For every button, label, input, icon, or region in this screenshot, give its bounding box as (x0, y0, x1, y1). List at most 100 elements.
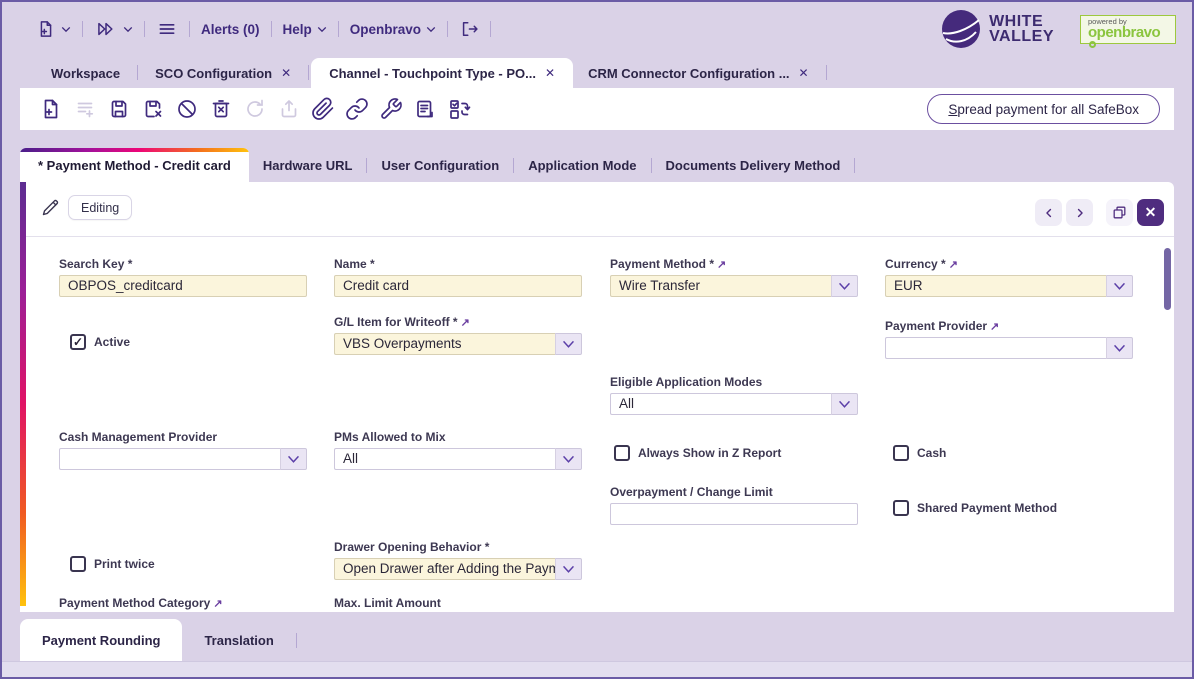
maximize-form-button[interactable] (1106, 199, 1133, 226)
always-show-z-report-checkbox[interactable] (614, 445, 630, 461)
quick-launch-button[interactable] (94, 19, 133, 39)
tab-sco-configuration[interactable]: SCO Configuration ✕ (140, 58, 306, 88)
divider (137, 65, 138, 80)
chevron-down-icon[interactable] (831, 275, 858, 297)
close-tab-icon[interactable]: ✕ (545, 66, 555, 80)
delete-record-icon (209, 97, 233, 121)
active-checkbox[interactable]: ✓ (70, 334, 86, 350)
currency-select[interactable]: EUR (885, 275, 1133, 297)
tab-translation[interactable]: Translation (182, 619, 295, 661)
link-arrow-icon[interactable]: ↗ (717, 259, 726, 271)
new-window-button[interactable] (36, 19, 71, 39)
top-bar: Alerts (0) Help Openbravo WHITEVALLEY (2, 2, 1192, 56)
company-menu[interactable]: Openbravo (350, 22, 436, 37)
chevron-down-icon[interactable] (280, 448, 307, 470)
field-overpayment-change-limit: Overpayment / Change Limit (610, 485, 858, 525)
divider (447, 21, 448, 37)
chevron-down-icon[interactable] (555, 558, 582, 580)
link-icon (345, 97, 369, 121)
tab-payment-method[interactable]: * Payment Method - Credit card (20, 148, 249, 182)
drawer-opening-behavior-select[interactable]: Open Drawer after Adding the Payme (334, 558, 582, 580)
chevron-left-icon (1042, 206, 1056, 220)
field-gl-item-writeoff: G/L Item for Writeoff *↗ VBS Overpayment… (334, 315, 582, 355)
overpayment-change-limit-input[interactable] (610, 503, 858, 525)
chevron-down-icon[interactable] (555, 448, 582, 470)
search-key-input[interactable]: OBPOS_creditcard (59, 275, 307, 297)
subtab-bar: Payment Rounding Translation (2, 612, 1192, 661)
menu-button[interactable] (156, 19, 178, 39)
chevron-down-icon[interactable] (555, 333, 582, 355)
gl-item-writeoff-select[interactable]: VBS Overpayments (334, 333, 582, 355)
tab-user-configuration[interactable]: User Configuration (367, 148, 513, 182)
name-input[interactable]: Credit card (334, 275, 582, 297)
field-eligible-application-modes: Eligible Application Modes All (610, 375, 858, 415)
editing-status-badge: Editing (68, 195, 132, 220)
link-arrow-icon[interactable]: ↗ (990, 321, 999, 333)
spread-payment-safebox-button[interactable]: Spread payment for all SafeBox (927, 94, 1160, 124)
divider (296, 633, 297, 648)
alerts-button[interactable]: Alerts (0) (201, 22, 260, 37)
tab-payment-rounding[interactable]: Payment Rounding (20, 619, 182, 661)
field-payment-method-category: Payment Method Category↗ (59, 596, 307, 611)
disable-record-button[interactable] (170, 92, 204, 126)
previous-record-button[interactable] (1035, 199, 1062, 226)
hamburger-menu-icon (156, 19, 178, 39)
edit-pencil-icon (40, 197, 61, 218)
print-twice-checkbox[interactable] (70, 556, 86, 572)
divider (338, 21, 339, 37)
record-toolbar: Spread payment for all SafeBox (20, 88, 1174, 130)
disable-record-icon (175, 97, 199, 121)
link-arrow-icon[interactable]: ↗ (461, 317, 470, 329)
eligible-application-modes-select[interactable]: All (610, 393, 858, 415)
payment-provider-select[interactable] (885, 337, 1133, 359)
tab-workspace[interactable]: Workspace (36, 58, 135, 88)
link-arrow-icon[interactable]: ↗ (213, 598, 222, 610)
export-button[interactable] (272, 92, 306, 126)
delete-record-button[interactable] (204, 92, 238, 126)
close-form-button[interactable]: ✕ (1137, 199, 1164, 226)
process-button[interactable] (374, 92, 408, 126)
chevron-down-icon[interactable] (1106, 337, 1133, 359)
logout-button[interactable] (459, 19, 479, 39)
new-record-button[interactable] (34, 92, 68, 126)
audit-trail-button[interactable] (442, 92, 476, 126)
tree-grid-view-button[interactable] (68, 92, 102, 126)
field-pms-allowed-to-mix: PMs Allowed to Mix All (334, 430, 582, 470)
close-tab-icon[interactable]: ✕ (281, 66, 291, 80)
undo-save-button[interactable] (136, 92, 170, 126)
refresh-button[interactable] (238, 92, 272, 126)
tab-application-mode[interactable]: Application Mode (514, 148, 650, 182)
shared-payment-method-checkbox[interactable] (893, 500, 909, 516)
form-tab-bar: * Payment Method - Credit card Hardware … (20, 148, 1174, 182)
vertical-scrollbar-thumb[interactable] (1164, 248, 1171, 310)
field-name: Name * Credit card (334, 257, 582, 297)
field-active: ✓ Active (70, 334, 130, 350)
undo-save-icon (141, 97, 165, 121)
copy-windows-icon (1111, 204, 1128, 221)
field-shared-payment-method: Shared Payment Method (893, 500, 1057, 516)
linked-items-button[interactable] (340, 92, 374, 126)
tab-channel-touchpoint-type[interactable]: Channel - Touchpoint Type - PO... ✕ (311, 58, 573, 88)
next-record-button[interactable] (1066, 199, 1093, 226)
help-menu[interactable]: Help (283, 22, 327, 37)
close-tab-icon[interactable]: ✕ (799, 66, 809, 80)
tree-grid-view-icon (73, 97, 97, 121)
pms-allowed-to-mix-select[interactable]: All (334, 448, 582, 470)
window-tab-bar: Workspace SCO Configuration ✕ Channel - … (2, 56, 1192, 88)
payment-method-select[interactable]: Wire Transfer (610, 275, 858, 297)
new-document-icon (36, 19, 56, 39)
save-button[interactable] (102, 92, 136, 126)
cash-management-provider-select[interactable] (59, 448, 307, 470)
field-payment-provider: Payment Provider↗ (885, 319, 1133, 359)
tab-documents-delivery-method[interactable]: Documents Delivery Method (652, 148, 855, 182)
cash-checkbox[interactable] (893, 445, 909, 461)
tab-hardware-url[interactable]: Hardware URL (249, 148, 367, 182)
link-arrow-icon[interactable]: ↗ (949, 259, 958, 271)
chevron-down-icon[interactable] (1106, 275, 1133, 297)
print-button[interactable] (408, 92, 442, 126)
chevron-down-icon (61, 26, 71, 33)
record-form: Editing ✕ Search Key * OBPOS_creditcard … (20, 182, 1174, 612)
tab-crm-connector-configuration[interactable]: CRM Connector Configuration ... ✕ (573, 58, 824, 88)
attachments-button[interactable] (306, 92, 340, 126)
chevron-down-icon[interactable] (831, 393, 858, 415)
